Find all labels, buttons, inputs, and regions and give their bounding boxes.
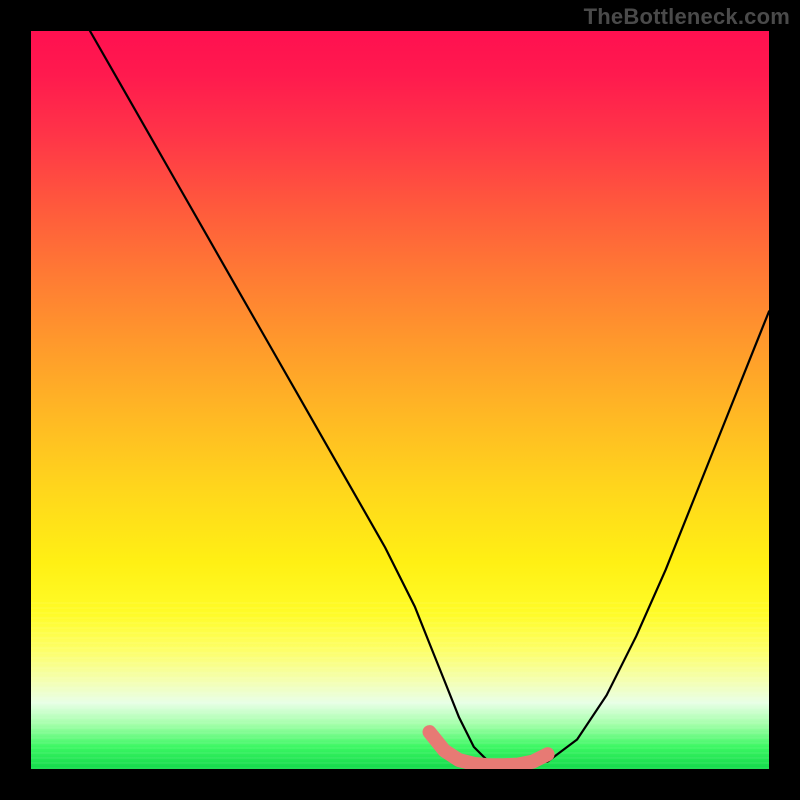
watermark-text: TheBottleneck.com [584, 4, 790, 30]
main-curve [90, 31, 769, 765]
curve-layer [31, 31, 769, 769]
plot-area [31, 31, 769, 769]
chart-frame: TheBottleneck.com [0, 0, 800, 800]
valley-highlight [430, 732, 548, 765]
